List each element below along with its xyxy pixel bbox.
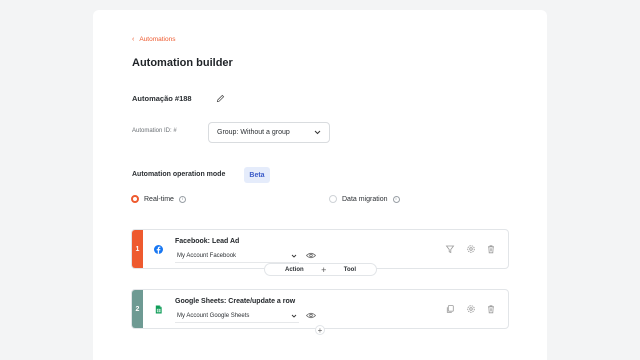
automation-id-label: Automation ID: #: [132, 128, 177, 134]
copy-icon[interactable]: [445, 304, 455, 314]
radio-real-time[interactable]: Real-time i: [131, 195, 186, 203]
account-select[interactable]: My Account Google Sheets: [175, 310, 299, 323]
account-select-value: My Account Google Sheets: [177, 313, 250, 319]
page-title: Automation builder: [132, 57, 233, 69]
gear-icon[interactable]: [466, 244, 476, 254]
google-sheets-icon: [155, 305, 162, 314]
radio-real-time-label: Real-time: [144, 195, 174, 203]
group-select-value: Group: Without a group: [217, 129, 290, 136]
account-select[interactable]: My Account Facebook: [175, 250, 299, 263]
breadcrumb-link[interactable]: Automations: [139, 36, 175, 43]
step-number: 2: [132, 290, 143, 328]
radio-selected-icon[interactable]: [131, 195, 139, 203]
plus-icon[interactable]: +: [321, 265, 326, 275]
step-title: Google Sheets: Create/update a row: [175, 298, 296, 305]
chevron-down-icon: [291, 254, 297, 258]
group-select[interactable]: Group: Without a group: [208, 122, 330, 143]
trash-icon[interactable]: [486, 304, 496, 314]
trash-icon[interactable]: [486, 244, 496, 254]
automation-name: Automação #188: [132, 94, 192, 103]
facebook-icon: [154, 245, 163, 254]
account-select-value: My Account Facebook: [177, 253, 237, 259]
add-tool-button[interactable]: Tool: [344, 267, 356, 273]
gear-icon[interactable]: [466, 304, 476, 314]
radio-data-migration[interactable]: Data migration i: [329, 195, 400, 203]
filter-icon[interactable]: [445, 244, 455, 254]
eye-icon[interactable]: [306, 252, 316, 259]
info-icon[interactable]: i: [178, 195, 186, 203]
chevron-down-icon: [314, 130, 321, 135]
radio-data-migration-label: Data migration: [342, 195, 388, 203]
breadcrumb[interactable]: ‹ Automations: [132, 36, 175, 43]
beta-badge: Beta: [244, 167, 270, 183]
pencil-icon[interactable]: [216, 94, 225, 103]
operation-mode-label: Automation operation mode: [132, 171, 226, 178]
eye-icon[interactable]: [306, 312, 316, 319]
info-icon[interactable]: i: [392, 195, 400, 203]
add-step-button[interactable]: +: [315, 325, 325, 335]
step-connector[interactable]: Action + Tool: [264, 263, 377, 276]
step-number: 1: [132, 230, 143, 268]
add-action-button[interactable]: Action: [285, 267, 304, 273]
step-title: Facebook: Lead Ad: [175, 238, 240, 245]
radio-unselected-icon[interactable]: [329, 195, 337, 203]
chevron-left-icon: ‹: [132, 36, 135, 43]
chevron-down-icon: [291, 314, 297, 318]
step-card-2[interactable]: 2 Google Sheets: Create/update a row My …: [131, 289, 509, 329]
